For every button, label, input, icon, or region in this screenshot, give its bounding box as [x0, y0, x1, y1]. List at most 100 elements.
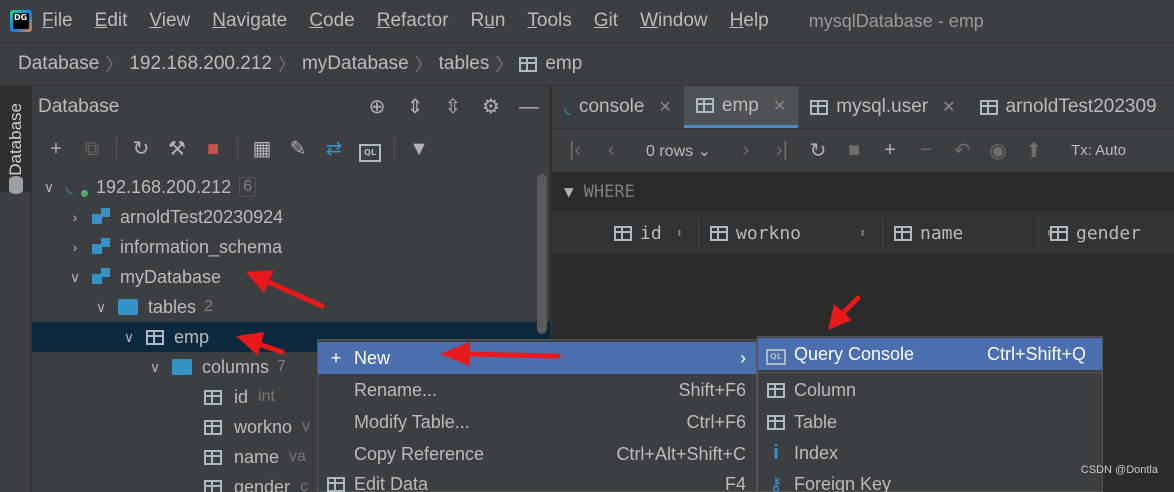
close-icon[interactable]: ✕ — [658, 97, 671, 117]
collapse-all-icon[interactable]: ⇳ — [442, 96, 464, 118]
minimize-icon[interactable]: — — [518, 96, 540, 118]
last-page-icon[interactable]: ›| — [771, 139, 793, 162]
tab-emp[interactable]: emp ✕ — [683, 86, 799, 128]
chevron-down-icon[interactable]: ∨ — [42, 179, 56, 196]
copy-icon[interactable]: ⧉ — [80, 137, 104, 161]
sort-icon[interactable]: ⬍ — [676, 226, 683, 240]
submenu-item-column[interactable]: Column — [758, 374, 1102, 406]
close-icon[interactable]: ✕ — [773, 96, 786, 116]
tree-node-label: name — [234, 446, 280, 467]
column-divider[interactable] — [698, 218, 699, 248]
properties-icon[interactable]: ⚒ — [165, 137, 189, 161]
column-divider[interactable] — [882, 218, 883, 248]
context-menu-item-new[interactable]: + New › — [318, 342, 756, 374]
database-toolbar: + ⧉ ↻ ⚒ ■ ▦ ✎ ⇄ QL ▼ — [32, 128, 550, 170]
column-header-id[interactable]: id ⬍ — [614, 212, 683, 254]
tree-node-schema[interactable]: › information_schema — [32, 232, 550, 262]
folder-icon — [118, 299, 138, 315]
column-header-gender[interactable]: gender — [1050, 212, 1141, 254]
menu-run[interactable]: Run — [471, 10, 506, 32]
first-page-icon[interactable]: |‹ — [564, 139, 586, 162]
chevron-down-icon[interactable]: ∨ — [68, 269, 82, 286]
tree-node-folder[interactable]: ∨ tables 2 — [32, 292, 550, 322]
chevron-down-icon[interactable]: ∨ — [122, 329, 136, 346]
chevron-down-icon[interactable]: ∨ — [94, 299, 108, 316]
filter-icon[interactable]: ▼ — [564, 182, 574, 201]
menu-window[interactable]: Window — [640, 10, 708, 32]
refresh-icon[interactable]: ↻ — [807, 138, 829, 163]
menu-edit[interactable]: Edit — [95, 10, 128, 32]
database-icon[interactable] — [9, 176, 23, 194]
tab-console[interactable]: ◟ console ✕ — [552, 86, 684, 128]
tree-node-schema[interactable]: ∨ myDatabase — [32, 262, 550, 292]
submenu-item-index[interactable]: i Index — [758, 437, 1102, 469]
column-divider[interactable] — [1038, 218, 1039, 248]
column-header-workno[interactable]: workno ⬍ — [710, 212, 866, 254]
filter-icon[interactable]: ▼ — [407, 137, 431, 161]
menu-tools[interactable]: Tools — [527, 10, 571, 32]
tab-label: emp — [721, 94, 759, 116]
menu-help[interactable]: Help — [730, 10, 769, 32]
add-icon[interactable]: + — [44, 137, 68, 161]
breadcrumb-host[interactable]: 192.168.200.212 — [129, 53, 272, 75]
remove-row-icon[interactable]: − — [915, 139, 937, 162]
next-page-icon[interactable]: › — [735, 139, 757, 162]
tab-mysql-user[interactable]: mysql.user ✕ — [798, 86, 967, 128]
menu-refactor[interactable]: Refactor — [377, 10, 449, 32]
context-menu-item-edit-data[interactable]: Edit Data F4 — [318, 468, 756, 492]
chevron-down-icon[interactable]: ∨ — [148, 359, 162, 376]
context-menu-item-modify-table[interactable]: Modify Table... Ctrl+F6 — [318, 406, 756, 438]
add-row-icon[interactable]: + — [879, 139, 901, 162]
menu-view[interactable]: View — [149, 10, 190, 32]
tab-arnoldtest[interactable]: arnoldTest202309 — [968, 86, 1169, 128]
tree-scrollbar[interactable] — [537, 174, 547, 334]
tree-node-schema[interactable]: › arnoldTest20230924 — [32, 202, 550, 232]
menu-bar: DG File Edit View Navigate Code Refactor… — [0, 0, 1174, 42]
stop-icon[interactable]: ■ — [843, 139, 865, 162]
menu-file[interactable]: File — [42, 10, 73, 32]
where-filter-bar[interactable]: ▼ WHERE — [552, 172, 1174, 212]
transaction-mode-selector[interactable]: Tx: Auto — [1071, 142, 1126, 159]
toolbar-divider — [116, 137, 117, 161]
column-icon — [204, 479, 222, 492]
breadcrumb-tables[interactable]: tables — [439, 53, 490, 75]
tool-window-strip: Database — [0, 86, 32, 492]
context-menu-item-rename[interactable]: Rename... Shift+F6 — [318, 374, 756, 406]
new-submenu: QL Query Console Ctrl+Shift+Q Column Tab… — [757, 336, 1103, 492]
chevron-right-icon[interactable]: › — [68, 209, 82, 225]
column-header-name[interactable]: name ⬍ — [894, 212, 1053, 254]
query-console-icon[interactable]: QL — [358, 137, 382, 162]
submenu-item-query-console[interactable]: QL Query Console Ctrl+Shift+Q — [758, 338, 1102, 370]
refresh-icon[interactable]: ↻ — [129, 137, 153, 161]
rows-selector[interactable]: 0 rows ⌄ — [646, 141, 711, 161]
revert-icon[interactable]: ↶ — [951, 138, 973, 163]
crosshair-icon[interactable]: ⊕ — [366, 96, 388, 118]
expand-all-icon[interactable]: ⇕ — [404, 96, 426, 118]
menu-code[interactable]: Code — [309, 10, 354, 32]
chevron-right-icon[interactable]: › — [68, 239, 82, 255]
context-menu-item-copy-reference[interactable]: Copy Reference Ctrl+Alt+Shift+C — [318, 438, 756, 470]
edit-icon[interactable]: ✎ — [286, 137, 310, 161]
submenu-item-table[interactable]: Table — [758, 406, 1102, 438]
submenu-item-foreign-key[interactable]: ⚷ Foreign Key — [758, 468, 1102, 492]
menu-git[interactable]: Git — [594, 10, 618, 32]
close-icon[interactable]: ✕ — [942, 97, 955, 117]
tree-node-host[interactable]: ∨ ◟ 192.168.200.212 6 — [32, 172, 550, 202]
stop-icon[interactable]: ■ — [201, 137, 225, 161]
menu-navigate[interactable]: Navigate — [212, 10, 287, 32]
breadcrumb-table[interactable]: emp — [545, 53, 582, 75]
previous-page-icon[interactable]: ‹ — [600, 139, 622, 162]
submit-icon[interactable]: ⬆ — [1023, 138, 1045, 163]
menu-item-shortcut: Shift+F6 — [678, 379, 746, 400]
column-type: c — [300, 478, 309, 492]
breadcrumb-database[interactable]: Database — [18, 53, 99, 75]
view-icon[interactable]: ◉ — [987, 138, 1009, 163]
table-icon — [326, 474, 346, 492]
sort-icon[interactable]: ⬍ — [859, 226, 866, 240]
breadcrumb-schema[interactable]: myDatabase — [302, 53, 409, 75]
jump-to-icon[interactable]: ⇄ — [322, 137, 346, 161]
gear-icon[interactable]: ⚙ — [480, 96, 502, 118]
context-menu: + New › Rename... Shift+F6 Modify Table.… — [317, 339, 757, 492]
table-editor-icon[interactable]: ▦ — [250, 137, 274, 161]
column-icon — [204, 449, 222, 465]
